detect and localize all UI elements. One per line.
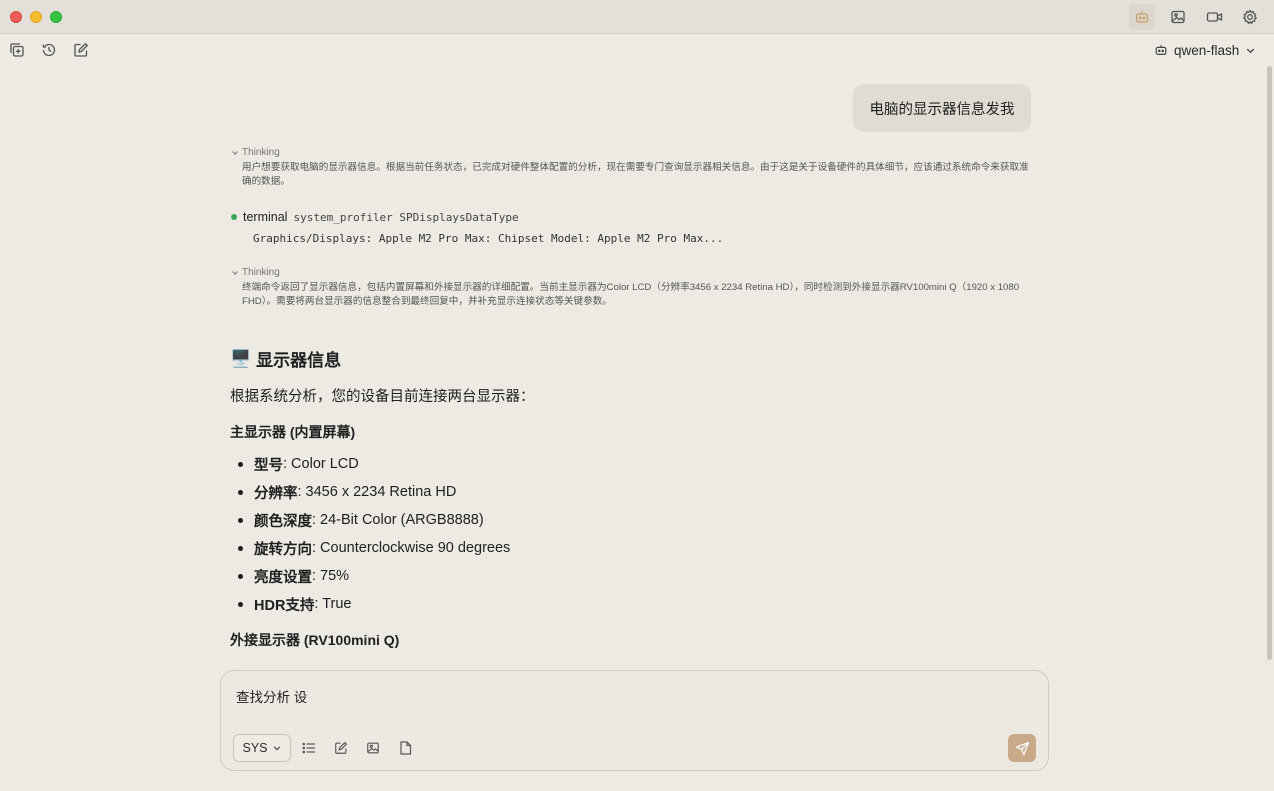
video-camera-icon bbox=[1206, 12, 1222, 22]
message-input-box[interactable]: 查找分析 设 SYS bbox=[220, 670, 1049, 771]
answer-heading-text: 显示器信息 bbox=[256, 351, 342, 370]
robot-icon bbox=[1155, 45, 1167, 55]
attach-image-button[interactable] bbox=[365, 740, 381, 756]
model-name: qwen-flash bbox=[1174, 42, 1240, 58]
send-icon bbox=[1015, 741, 1029, 755]
monitor-icon: 🖥️ bbox=[230, 348, 252, 368]
copy-add-icon bbox=[10, 43, 24, 57]
image-icon bbox=[1171, 10, 1185, 24]
list-item: HDR支持: True bbox=[238, 590, 510, 618]
list-item: 型号: Color LCD bbox=[238, 450, 510, 478]
list-button[interactable] bbox=[301, 740, 317, 756]
zoom-window-button[interactable] bbox=[50, 11, 62, 23]
message-input[interactable]: 查找分析 设 bbox=[236, 686, 307, 706]
list-icon bbox=[302, 742, 315, 754]
robot-icon bbox=[1135, 11, 1149, 23]
attach-file-button[interactable] bbox=[397, 740, 413, 756]
terminal-command: system_profiler SPDisplaysDataType bbox=[293, 210, 519, 224]
list-item: 旋转方向: Counterclockwise 90 degrees bbox=[238, 534, 510, 562]
status-dot bbox=[231, 214, 237, 220]
primary-display-list: 型号: Color LCD 分辨率: 3456 x 2234 Retina HD… bbox=[238, 450, 510, 618]
edit-icon bbox=[74, 42, 89, 57]
history-icon bbox=[42, 43, 56, 57]
answer-heading: 🖥️ 显示器信息 bbox=[230, 346, 341, 371]
gear-icon bbox=[1242, 9, 1258, 25]
history-button[interactable] bbox=[39, 40, 59, 60]
list-item: 分辨率: 3456 x 2234 Retina HD bbox=[238, 478, 510, 506]
new-window-button[interactable] bbox=[7, 40, 27, 60]
system-prompt-label: SYS bbox=[242, 741, 268, 755]
user-message-bubble: 电脑的显示器信息发我 bbox=[853, 84, 1031, 132]
edit-button[interactable] bbox=[333, 740, 349, 756]
edit-icon bbox=[335, 741, 348, 754]
thinking-toggle[interactable]: Thinking bbox=[231, 267, 280, 278]
thinking-label: Thinking bbox=[242, 267, 280, 278]
chevron-down-icon bbox=[273, 746, 280, 751]
image-icon bbox=[367, 742, 379, 754]
list-item: 亮度设置: 75% bbox=[238, 562, 510, 590]
settings-button[interactable] bbox=[1237, 4, 1263, 30]
minimize-window-button[interactable] bbox=[30, 11, 42, 23]
system-prompt-selector[interactable]: SYS bbox=[233, 734, 291, 762]
conversation-area: 电脑的显示器信息发我 Thinking 用户想要获取电脑的显示器信息。根据当前任… bbox=[0, 64, 1262, 660]
title-bar bbox=[0, 0, 1274, 34]
bot-mode-button[interactable] bbox=[1129, 4, 1155, 30]
terminal-call[interactable]: terminal system_profiler SPDisplaysDataT… bbox=[231, 210, 519, 224]
chevron-down-icon bbox=[1247, 48, 1255, 53]
thinking-text: 终端命令返回了显示器信息，包括内置屏幕和外接显示器的详细配置。当前主显示器为Co… bbox=[242, 282, 1020, 307]
thinking-label: Thinking bbox=[242, 147, 280, 158]
tool-name: terminal bbox=[243, 210, 288, 224]
file-icon bbox=[399, 741, 411, 755]
list-item: 颜色深度: 24-Bit Color (ARGB8888) bbox=[238, 506, 510, 534]
new-chat-button[interactable] bbox=[71, 40, 91, 60]
thinking-toggle[interactable]: Thinking bbox=[231, 147, 280, 158]
external-display-title: 外接显示器 (RV100mini Q) bbox=[230, 632, 400, 648]
chevron-down-icon bbox=[232, 150, 238, 155]
model-selector[interactable]: qwen-flash bbox=[1154, 41, 1256, 59]
answer-intro: 根据系统分析，您的设备目前连接两台显示器： bbox=[230, 389, 535, 405]
terminal-output: Graphics/Displays: Apple M2 Pro Max: Chi… bbox=[253, 232, 724, 245]
close-window-button[interactable] bbox=[10, 11, 22, 23]
scrollbar[interactable] bbox=[1267, 66, 1272, 660]
send-button[interactable] bbox=[1008, 734, 1036, 762]
video-mode-button[interactable] bbox=[1201, 4, 1227, 30]
chevron-down-icon bbox=[232, 270, 238, 275]
primary-display-title: 主显示器 (内置屏幕) bbox=[230, 424, 356, 440]
thinking-text: 用户想要获取电脑的显示器信息。根据当前任务状态，已完成对硬件整体配置的分析，现在… bbox=[242, 162, 1029, 187]
image-mode-button[interactable] bbox=[1165, 4, 1191, 30]
user-message-text: 电脑的显示器信息发我 bbox=[869, 101, 1015, 118]
